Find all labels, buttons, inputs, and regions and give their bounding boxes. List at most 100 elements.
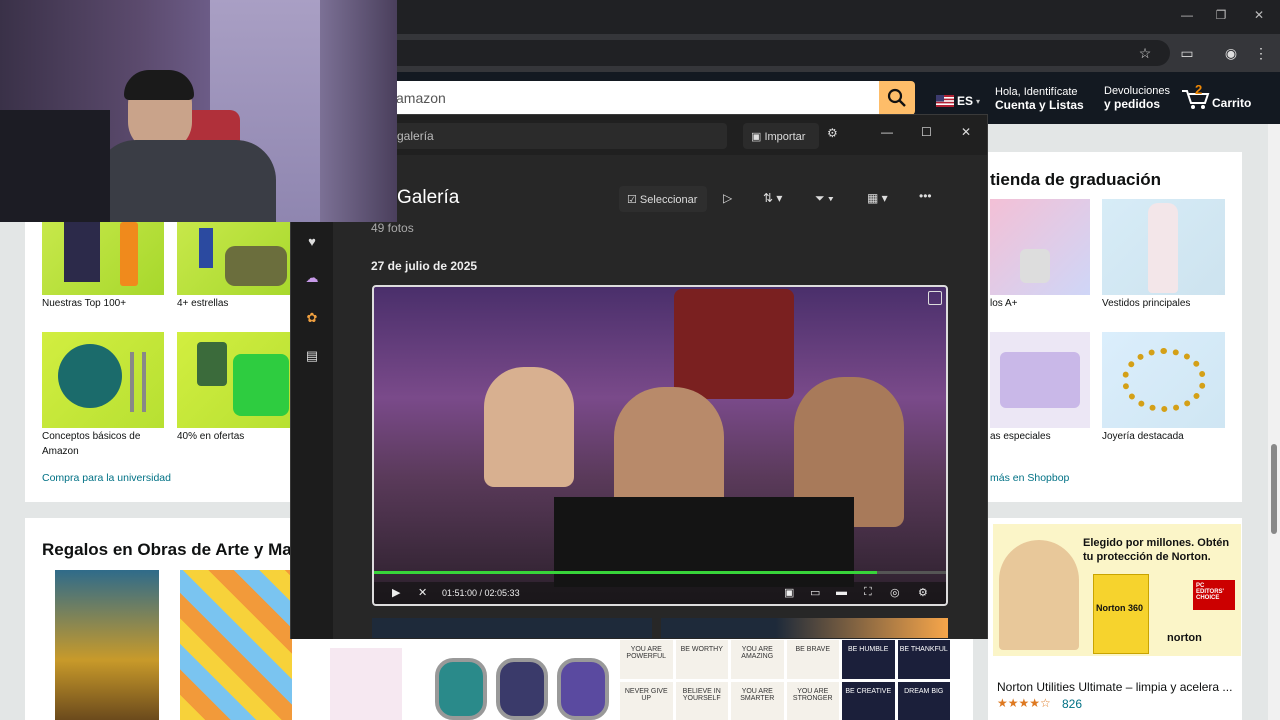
norton-product-title[interactable]: Norton Utilities Ultimate – limpia y ace… (997, 680, 1241, 694)
tile-caption[interactable]: Nuestras Top 100+ (42, 296, 126, 311)
decal-image[interactable] (330, 648, 402, 720)
chevron-down-icon: ▾ (976, 96, 981, 106)
gallery-nav-rail: ♥ ☁ ✿ ▤ (291, 155, 333, 639)
next-photo-thumbnail[interactable] (372, 618, 652, 638)
language-selector[interactable]: ES ▾ (936, 94, 980, 108)
video-progress-track[interactable] (374, 571, 946, 574)
tile-caption[interactable]: as especiales (990, 429, 1051, 444)
norton-product-label: Norton 360 (1096, 603, 1144, 613)
poster-tile: YOU ARE POWERFUL (620, 640, 673, 679)
onedrive-icon[interactable]: ☁ (301, 267, 323, 289)
pokemon-poster-image[interactable] (180, 570, 292, 720)
minimize-button[interactable]: — (881, 125, 893, 139)
star-rating[interactable]: ★★★★☆ (997, 696, 1051, 710)
sort-icon[interactable]: ⇅ ▾ (763, 191, 782, 205)
four-stars-tile-image[interactable] (177, 222, 295, 295)
norton-ad-banner[interactable]: Elegido por millones. Obtén tu protecció… (993, 524, 1241, 656)
tile-caption[interactable]: los A+ (990, 296, 1018, 311)
language-label: ES (957, 94, 974, 108)
close-button[interactable]: ✕ (961, 125, 971, 139)
offers-tile-image[interactable] (177, 332, 295, 428)
cart-label: Carrito (1212, 96, 1252, 110)
play-icon[interactable]: ▶ (392, 586, 400, 599)
poster-tile: BE THANKFUL (897, 640, 950, 679)
bookmark-star-icon[interactable]: ☆ (1134, 43, 1156, 63)
photo-count: 49 fotos (371, 221, 414, 235)
cast-icon[interactable]: ▭ (1176, 43, 1198, 63)
bag-tile-image[interactable] (990, 332, 1090, 428)
video-timestamp: 01:51:00 / 02:05:33 (442, 588, 520, 598)
gallery-search-input[interactable]: a galería (381, 123, 727, 149)
scrollbar-thumb[interactable] (1271, 444, 1277, 534)
norton-box-image: Norton 360 (1093, 574, 1149, 654)
product-image (199, 228, 213, 268)
miniplayer-icon[interactable]: ▣ (784, 586, 794, 599)
woman-laptop-image (999, 540, 1079, 650)
orders-label: y pedidos (1104, 97, 1161, 111)
dress-tile-image[interactable] (1102, 199, 1225, 295)
necklace-tile-image[interactable] (990, 199, 1090, 295)
tile-caption[interactable]: 40% en ofertas (177, 429, 244, 444)
slideshow-icon[interactable]: ▷ (723, 191, 732, 205)
university-link[interactable]: Compra para la universidad (42, 472, 171, 484)
tile-caption[interactable]: Joyería destacada (1102, 429, 1184, 444)
select-checkbox[interactable] (928, 291, 942, 305)
porthole-image[interactable] (435, 658, 487, 720)
favorites-heart-icon[interactable]: ♥ (301, 231, 323, 253)
volume-muted-icon[interactable]: ✕ (418, 586, 427, 599)
basics-tile-image[interactable] (42, 332, 164, 428)
settings-gear-icon[interactable]: ⚙ (918, 586, 928, 599)
amazon-search-button[interactable] (879, 81, 915, 115)
video-thumbnail[interactable]: ▶ ✕ 01:51:00 / 02:05:33 ▣ ▭ ▬ ⛶ ◎ ⚙ (372, 285, 948, 606)
next-photo-thumbnail[interactable] (661, 618, 948, 638)
select-button[interactable]: ☑ Seleccionar (619, 186, 707, 212)
page-title: Galería (397, 187, 460, 208)
profile-icon[interactable]: ◉ (1220, 43, 1242, 63)
shopbop-link[interactable]: más en Shopbop (990, 472, 1069, 484)
filter-icon[interactable]: ⏷ ▾ (815, 191, 834, 206)
tile-caption[interactable]: Vestidos principales (1102, 296, 1190, 311)
this-pc-icon[interactable]: ▤ (301, 345, 323, 367)
restore-button[interactable]: ❐ (1206, 8, 1236, 22)
top100-tile-image[interactable] (42, 212, 164, 295)
minimize-button[interactable]: — (1172, 8, 1202, 22)
poster-tile: BE CREATIVE (842, 681, 895, 720)
tile-caption[interactable]: Conceptos básicos de Amazon (42, 429, 162, 459)
jewelry-tile-image[interactable] (1102, 332, 1225, 428)
close-window-button[interactable]: ✕ (1244, 8, 1274, 22)
speed-icon[interactable]: ◎ (890, 586, 900, 599)
poster-tile: BE HUMBLE (842, 640, 895, 679)
theater-icon[interactable]: ▬ (836, 586, 847, 598)
sunflowers-painting-image[interactable] (55, 570, 159, 720)
porthole-image[interactable] (557, 658, 609, 720)
import-icon: ▣ (751, 131, 765, 143)
webcam-overlay (0, 0, 397, 222)
browser-menu-icon[interactable]: ⋮ (1250, 43, 1272, 63)
view-layout-icon[interactable]: ▦ ▾ (867, 191, 888, 205)
norton-ad-card[interactable]: Elegido por millones. Obtén tu protecció… (988, 518, 1242, 720)
jewelry-image (1122, 348, 1206, 412)
poster-tile: BE BRAVE (786, 640, 839, 679)
review-count[interactable]: 826 (1062, 697, 1082, 711)
card-title: Regalos en Obras de Arte y Ma (42, 540, 292, 559)
porthole-image[interactable] (496, 658, 548, 720)
affirmation-posters[interactable]: YOU ARE POWERFUL BE WORTHY YOU ARE AMAZI… (620, 640, 950, 720)
book-image (64, 212, 100, 282)
maximize-button[interactable]: ☐ (921, 125, 932, 139)
cast-icon[interactable]: ▭ (810, 586, 820, 599)
fullscreen-icon[interactable]: ⛶ (864, 586, 872, 599)
address-bar[interactable] (360, 40, 1170, 66)
returns-orders-link[interactable]: Devoluciones y pedidos (1104, 85, 1170, 111)
icloud-photos-icon[interactable]: ✿ (301, 307, 323, 329)
poster-tile: YOU ARE SMARTER (731, 681, 784, 720)
account-label: Cuenta y Listas (995, 98, 1084, 112)
more-options-icon[interactable]: ••• (919, 189, 932, 203)
account-lists-menu[interactable]: Hola, Identifícate Cuenta y Listas (995, 86, 1084, 112)
gear-icon[interactable]: ⚙ (827, 126, 838, 140)
page-scrollbar[interactable] (1268, 124, 1280, 720)
import-label: Importar (764, 131, 806, 143)
tile-caption[interactable]: 4+ estrellas (177, 296, 228, 311)
date-header: 27 de julio de 2025 (371, 259, 478, 273)
cart-button[interactable]: 2 Carrito (1180, 82, 1254, 112)
import-button[interactable]: ▣ Importar (743, 123, 819, 149)
